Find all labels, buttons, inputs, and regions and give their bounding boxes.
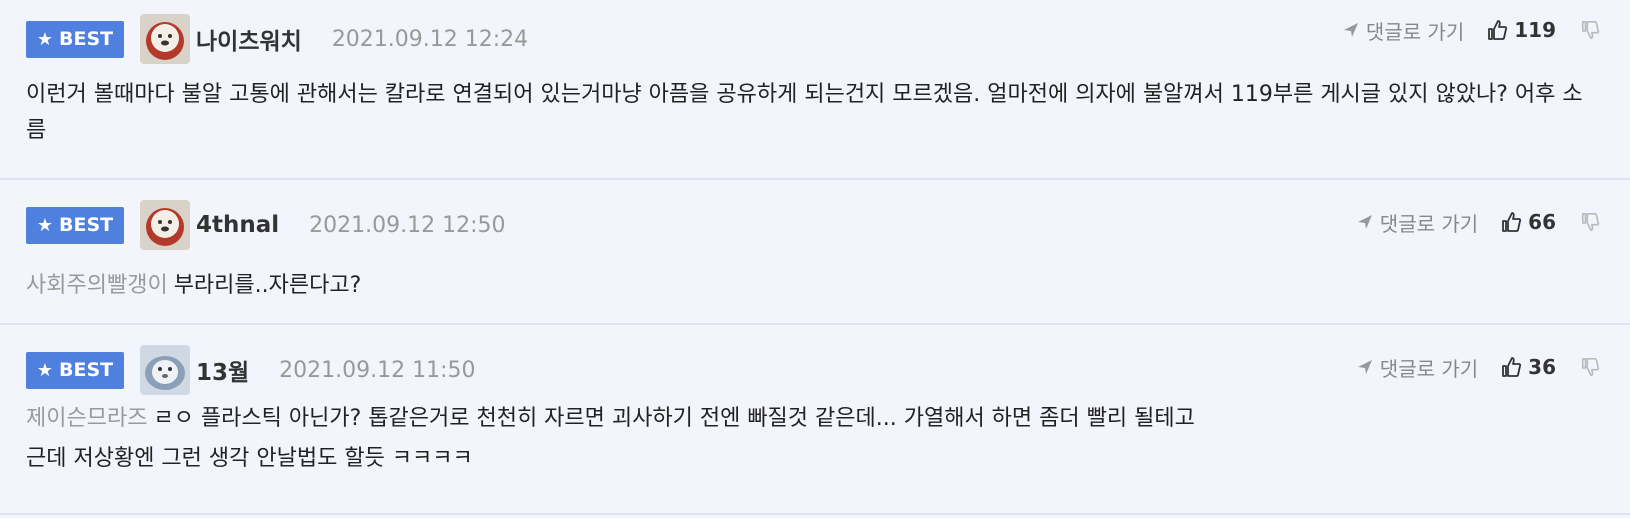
- comment-date: 2021.09.12 12:24: [331, 26, 529, 52]
- comment-item: ★ BEST 나이츠워치 2021.09.12 12:24 댓글로 가기 119…: [0, 0, 1630, 180]
- avatar[interactable]: [140, 345, 190, 395]
- mention-link[interactable]: 사회주의빨갱이: [26, 273, 168, 298]
- go-to-reply-label: 댓글로 가기: [1365, 19, 1465, 44]
- best-badge: ★ BEST: [26, 206, 124, 244]
- thumbs-up-icon: [1502, 357, 1522, 377]
- reply-arrow-icon: [1343, 23, 1358, 37]
- reply-arrow-icon: [1357, 360, 1372, 374]
- thumbs-up-icon: [1502, 212, 1522, 232]
- best-badge-label: BEST: [59, 214, 114, 236]
- go-to-reply-link[interactable]: 댓글로 가기: [1342, 16, 1464, 45]
- comment-text-line-2: 근데 저상황엔 그런 생각 안날법도 할듯 ㅋㅋㅋㅋ: [26, 446, 473, 471]
- like-button[interactable]: 36: [1500, 355, 1556, 379]
- comment-nickname[interactable]: 13월: [196, 353, 249, 387]
- thumbs-down-icon: [1581, 213, 1600, 231]
- like-button[interactable]: 66: [1500, 210, 1556, 234]
- like-count: 66: [1528, 210, 1556, 234]
- comment-text: 이런거 볼때마다 불알 고통에 관해서는 칼라로 연결되어 있는거마냥 아픔을 …: [26, 82, 1583, 143]
- thumbs-down-icon: [1581, 21, 1600, 39]
- avatar[interactable]: [140, 200, 190, 250]
- star-icon: ★: [36, 359, 54, 381]
- best-badge: ★ BEST: [26, 20, 124, 58]
- dislike-button[interactable]: [1580, 20, 1600, 40]
- star-icon: ★: [36, 28, 54, 50]
- dislike-button[interactable]: [1580, 357, 1600, 377]
- comment-line: 제이슨므라즈 ㄹㅇ 플라스틱 아닌가? 톱같은거로 천천히 자르면 괴사하기 전엔…: [26, 399, 1594, 439]
- thumbs-up-icon: [1488, 20, 1508, 40]
- best-badge-label: BEST: [59, 28, 114, 50]
- like-button[interactable]: 119: [1486, 18, 1556, 42]
- reply-arrow-icon: [1357, 215, 1372, 229]
- dislike-button[interactable]: [1580, 212, 1600, 232]
- comment-line: 근데 저상황엔 그런 생각 안날법도 할듯 ㅋㅋㅋㅋ: [26, 439, 1594, 479]
- avatar[interactable]: [140, 14, 190, 64]
- comment-text: ㄹㅇ 플라스틱 아닌가? 톱같은거로 천천히 자르면 괴사하기 전엔 빠질것 같…: [153, 406, 1195, 431]
- best-badge-label: BEST: [59, 359, 114, 381]
- go-to-reply-link[interactable]: 댓글로 가기: [1356, 353, 1478, 382]
- comment-text: 부라리를..자른다고?: [173, 273, 362, 298]
- comment-nickname[interactable]: 4thnal: [196, 212, 279, 238]
- comment-body: 사회주의빨갱이 부라리를..자른다고?: [26, 268, 1594, 304]
- mention-link[interactable]: 제이슨므라즈: [26, 406, 147, 431]
- comment-header: ★ BEST 나이츠워치 2021.09.12 12:24: [26, 9, 528, 69]
- go-to-reply-label: 댓글로 가기: [1379, 211, 1479, 236]
- comment-actions: 댓글로 가기 66: [1356, 204, 1600, 240]
- comment-date: 2021.09.12 11:50: [279, 357, 476, 383]
- comment-date: 2021.09.12 12:50: [309, 212, 506, 238]
- best-badge: ★ BEST: [26, 351, 124, 389]
- comment-item: ★ BEST 4thnal 2021.09.12 12:50 댓글로 가기 66…: [0, 180, 1630, 325]
- comment-item: ★ BEST 13월 2021.09.12 11:50 댓글로 가기 36 제이…: [0, 325, 1630, 515]
- go-to-reply-link[interactable]: 댓글로 가기: [1356, 208, 1478, 237]
- comment-actions: 댓글로 가기 36: [1356, 349, 1600, 385]
- comment-actions: 댓글로 가기 119: [1342, 12, 1600, 48]
- star-icon: ★: [36, 214, 54, 236]
- comment-header: ★ BEST 4thnal 2021.09.12 12:50: [26, 195, 506, 255]
- thumbs-down-icon: [1581, 358, 1600, 376]
- comment-header: ★ BEST 13월 2021.09.12 11:50: [26, 340, 476, 400]
- comment-body: 이런거 볼때마다 불알 고통에 관해서는 칼라로 연결되어 있는거마냥 아픔을 …: [26, 77, 1594, 149]
- comment-list: ★ BEST 나이츠워치 2021.09.12 12:24 댓글로 가기 119…: [0, 0, 1630, 518]
- like-count: 36: [1528, 355, 1556, 379]
- comment-body: 제이슨므라즈 ㄹㅇ 플라스틱 아닌가? 톱같은거로 천천히 자르면 괴사하기 전엔…: [26, 399, 1594, 479]
- go-to-reply-label: 댓글로 가기: [1379, 356, 1479, 381]
- comment-nickname[interactable]: 나이츠워치: [196, 22, 302, 56]
- like-count: 119: [1514, 18, 1556, 42]
